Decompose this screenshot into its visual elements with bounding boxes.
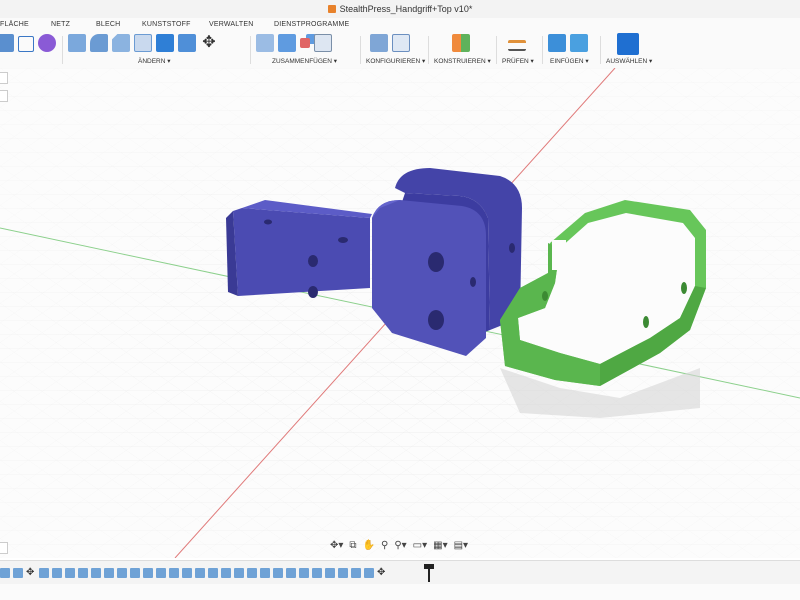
timeline-feature[interactable] (78, 568, 88, 578)
select-label[interactable]: AUSWÄHLEN ▾ (606, 57, 652, 65)
joint-icon[interactable] (256, 34, 274, 52)
timeline-feature[interactable] (117, 568, 127, 578)
timeline-feature[interactable] (182, 568, 192, 578)
timeline-feature[interactable] (299, 568, 309, 578)
configuration-table-icon[interactable] (392, 34, 410, 52)
timeline-feature[interactable] (156, 568, 166, 578)
timeline-feature[interactable] (273, 568, 283, 578)
insert-derive-icon[interactable] (548, 34, 566, 52)
timeline-feature[interactable] (195, 568, 205, 578)
fit-icon[interactable]: ⚲▾ (394, 540, 406, 551)
insert-group: EINFÜGEN ▾ (548, 32, 598, 68)
orbit-icon[interactable]: ✥▾ (330, 540, 343, 551)
toolbar: ✥ ÄNDERN ▾ ZUSAMMENFÜGEN ▾ KONFIGURIEREN… (0, 32, 800, 69)
tab-verwalten[interactable]: VERWALTEN (209, 21, 253, 28)
timeline-feature[interactable] (338, 568, 348, 578)
joint-origin-icon[interactable] (300, 38, 310, 48)
tab-flaeche[interactable]: FLÄCHE (0, 21, 29, 28)
look-at-icon[interactable]: ⧉ (349, 540, 356, 551)
assemble-label[interactable]: ZUSAMMENFÜGEN ▾ (272, 57, 337, 65)
timeline-features: ✥ ✥ (0, 568, 387, 578)
grid-settings-icon[interactable]: ▦▾ (433, 540, 447, 551)
timeline-feature[interactable] (286, 568, 296, 578)
window-title: StealthPress_Handgriff+Top v10* (339, 4, 473, 14)
display-settings-icon[interactable]: ▭▾ (413, 540, 427, 551)
timeline-feature[interactable] (208, 568, 218, 578)
3d-viewport[interactable] (0, 68, 800, 558)
change-parameters-icon[interactable] (370, 34, 388, 52)
comments-toggle-button[interactable] (0, 90, 8, 102)
measure-icon[interactable] (508, 40, 526, 51)
timeline-feature[interactable] (260, 568, 270, 578)
press-pull-icon[interactable] (68, 34, 86, 52)
inspect-group: PRÜFEN ▾ (502, 32, 542, 68)
tab-dienstprogramme[interactable]: DIENSTPROGRAMME (274, 21, 349, 28)
timeline-feature[interactable] (312, 568, 322, 578)
modify-group: ✥ ÄNDERN ▾ (68, 32, 248, 68)
tab-kunststoff[interactable]: KUNSTSTOFF (142, 21, 191, 28)
timeline-marker[interactable] (424, 564, 434, 582)
timeline-feature[interactable] (0, 568, 10, 578)
configure-label[interactable]: KONFIGURIEREN ▾ (366, 57, 425, 65)
timeline-feature[interactable] (351, 568, 361, 578)
timeline-feature[interactable] (91, 568, 101, 578)
zoom-icon[interactable]: ⚲ (381, 540, 388, 551)
extrude-icon[interactable] (0, 34, 14, 52)
select-group: AUSWÄHLEN ▾ (606, 32, 666, 68)
insert-image-icon[interactable] (570, 34, 588, 52)
chamfer-icon[interactable] (112, 34, 130, 52)
timeline-feature[interactable] (325, 568, 335, 578)
inspect-label[interactable]: PRÜFEN ▾ (502, 57, 534, 65)
timeline-feature[interactable] (169, 568, 179, 578)
move-icon[interactable]: ✥ (26, 568, 36, 578)
navigation-bar: ✥▾ ⧉ ✋ ⚲ ⚲▾ ▭▾ ▦▾ ▤▾ (330, 538, 468, 552)
timeline-feature[interactable] (247, 568, 257, 578)
timeline-feature[interactable] (65, 568, 75, 578)
timeline-feature[interactable] (130, 568, 140, 578)
create-group (0, 32, 60, 68)
offset-plane-icon[interactable] (452, 34, 470, 52)
table-icon[interactable] (314, 34, 332, 52)
fillet-icon[interactable] (90, 34, 108, 52)
assemble-group: ZUSAMMENFÜGEN ▾ (256, 32, 356, 68)
form-icon[interactable] (38, 34, 56, 52)
move-icon[interactable]: ✥ (377, 568, 387, 578)
timeline-feature[interactable] (364, 568, 374, 578)
status-strip (0, 584, 800, 600)
modify-label[interactable]: ÄNDERN ▾ (138, 57, 171, 65)
viewport-canvas[interactable] (0, 68, 800, 558)
timeline-feature[interactable] (52, 568, 62, 578)
timeline-feature[interactable] (104, 568, 114, 578)
workspace-tabs: FLÄCHE NETZ BLECH KUNSTSTOFF VERWALTEN D… (0, 18, 800, 32)
move-icon[interactable]: ✥ (200, 34, 218, 52)
pan-icon[interactable]: ✋ (363, 540, 375, 551)
viewports-icon[interactable]: ▤▾ (454, 540, 468, 551)
timeline-feature[interactable] (234, 568, 244, 578)
configure-group: KONFIGURIEREN ▾ (366, 32, 426, 68)
construct-label[interactable]: KONSTRUIEREN ▾ (434, 57, 491, 65)
timeline-feature[interactable] (39, 568, 49, 578)
timeline-feature[interactable] (13, 568, 23, 578)
app-icon (327, 5, 336, 13)
construct-group: KONSTRUIEREN ▾ (434, 32, 494, 68)
tab-blech[interactable]: BLECH (96, 21, 120, 28)
timeline-feature[interactable] (221, 568, 231, 578)
title-bar: StealthPress_Handgriff+Top v10* (0, 0, 800, 18)
shell-icon[interactable] (134, 34, 152, 52)
split-icon[interactable] (178, 34, 196, 52)
sketch-icon[interactable] (18, 36, 34, 52)
combine-icon[interactable] (156, 34, 174, 52)
left-panel-button[interactable] (0, 542, 8, 554)
timeline: ✥ ✥ (0, 560, 800, 585)
browser-toggle-button[interactable] (0, 72, 8, 84)
select-icon[interactable] (617, 33, 639, 55)
as-built-joint-icon[interactable] (278, 34, 296, 52)
timeline-feature[interactable] (143, 568, 153, 578)
insert-label[interactable]: EINFÜGEN ▾ (550, 57, 589, 65)
tab-netz[interactable]: NETZ (51, 21, 70, 28)
